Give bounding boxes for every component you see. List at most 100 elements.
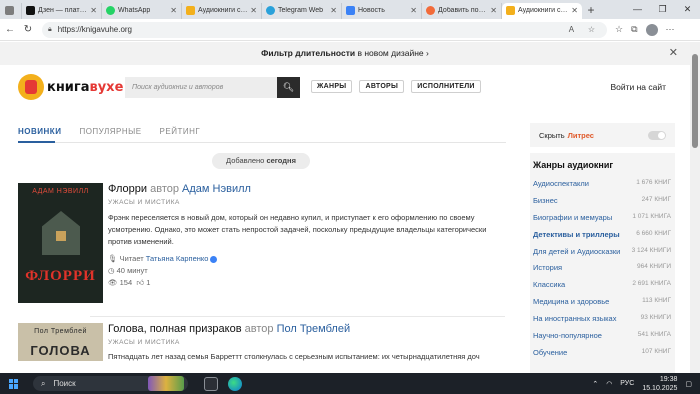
tab-close-icon[interactable]: ✕ — [490, 6, 497, 15]
author-link[interactable]: Пол Тремблей — [277, 323, 351, 335]
genre-item[interactable]: Аудиоспектакли 1 676 КНИГ — [533, 179, 671, 196]
tab-close-icon[interactable]: ✕ — [330, 6, 337, 15]
tab-popular[interactable]: ПОПУЛЯРНЫЕ — [79, 127, 141, 136]
collections-icon[interactable]: ⧉ — [631, 24, 637, 35]
windows-start-icon[interactable] — [9, 378, 19, 389]
url-field[interactable]: 🔒︎ https://knigavuhe.org A ☆ — [42, 21, 607, 38]
genre-item[interactable]: Для детей и Аудиосказки 3 124 КНИГИ — [533, 247, 671, 264]
book-genre[interactable]: УЖАСЫ И МИСТИКА — [108, 199, 508, 206]
new-tab-button[interactable]: + — [582, 3, 600, 17]
book-genre[interactable]: УЖАСЫ И МИСТИКА — [108, 339, 508, 346]
login-link[interactable]: Войти на сайт — [610, 82, 666, 92]
search-icon[interactable]: 🔍︎ — [277, 77, 300, 98]
nav-genres[interactable]: ЖАНРЫ — [311, 80, 353, 93]
minimize-button[interactable]: — — [625, 0, 650, 19]
taskbar-search-label: Поиск — [53, 379, 76, 388]
author-prefix: автор — [244, 323, 274, 335]
profile-avatar[interactable] — [645, 23, 658, 36]
page-scrollbar[interactable] — [690, 42, 700, 373]
book-info: Флорри автор Адам Нэвилл УЖАСЫ И МИСТИКА… — [108, 183, 508, 289]
genre-item[interactable]: Детективы и триллеры 6 660 КНИГ — [533, 230, 671, 247]
browser-tab[interactable] — [0, 2, 22, 19]
genre-item[interactable]: Обучение 107 КНИГ — [533, 348, 671, 365]
genre-item[interactable]: Медицина и здоровье 113 КНИГ — [533, 297, 671, 314]
logo-mascot-icon — [18, 74, 44, 100]
tab-close-icon[interactable]: ✕ — [571, 6, 578, 15]
reload-icon[interactable]: ↻ — [20, 24, 36, 35]
lock-icon[interactable]: 🔒︎ — [48, 26, 52, 34]
genres-sidebar: Скрыть Литрес Жанры аудиокниг Аудиоспекта… — [530, 123, 675, 373]
site-header: книгавухе Поиск аудиокниг и авторов 🔍︎ Ж… — [0, 66, 690, 110]
clock-date: 15.10.2025 — [642, 384, 678, 392]
clock[interactable]: 19:38 15.10.2025 — [642, 375, 677, 393]
notifications-icon[interactable]: ▢ — [685, 380, 692, 388]
cover-title: ФЛОРРИ — [25, 268, 96, 284]
genre-item[interactable]: Биографии и мемуары 1 071 КНИГА — [533, 213, 671, 230]
site-logo[interactable]: книгавухе — [18, 74, 123, 100]
tab-new[interactable]: НОВИНКИ — [18, 127, 61, 136]
nav-readers[interactable]: ИСПОЛНИТЕЛИ — [411, 80, 481, 93]
edge-browser-icon[interactable] — [228, 376, 242, 391]
tab-close-icon[interactable]: ✕ — [250, 6, 257, 15]
book-cover[interactable]: Пол Тремблей ГОЛОВА — [18, 323, 103, 361]
added-today-badge: Добавлено сегодня — [212, 153, 310, 169]
eye-icon: 👁︎ — [108, 278, 118, 287]
more-icon[interactable]: ⋯ — [666, 24, 675, 35]
close-window-button[interactable]: ✕ — [675, 0, 700, 19]
genres-title: Жанры аудиокниг — [533, 160, 614, 170]
microphone-icon: 🎙︎ — [108, 254, 118, 263]
browser-tab[interactable]: Дзен — платф... ✕ — [22, 2, 102, 19]
tab-rating[interactable]: РЕЙТИНГ — [160, 127, 201, 136]
browser-tab[interactable]: Аудиокниги сл... ✕ — [182, 2, 262, 19]
reader-link[interactable]: Татьяна Карпенко — [146, 254, 209, 263]
verified-icon — [210, 255, 218, 263]
genre-item[interactable]: Классика 2 691 КНИГА — [533, 280, 671, 297]
browser-tab-strip: Дзен — платф... ✕ WhatsApp ✕ Аудиокниги сл… — [0, 0, 700, 19]
wifi-icon[interactable]: ◠ — [606, 380, 612, 388]
litres-toggle[interactable] — [648, 131, 666, 140]
book-title-link[interactable]: Голова, полная призраков — [108, 323, 242, 335]
address-bar: ← ↻ 🔒︎ https://knigavuhe.org A ☆ ☆ ⧉ ⋯ — [0, 19, 700, 41]
browser-tab[interactable]: WhatsApp ✕ — [102, 2, 182, 19]
genre-item[interactable]: На иностранных языках 93 КНИГИ — [533, 314, 671, 331]
tab-close-icon[interactable]: ✕ — [410, 6, 417, 15]
tab-label: WhatsApp — [118, 7, 151, 14]
url-text: https://knigavuhe.org — [57, 25, 133, 34]
window-controls: — ❐ ✕ — [625, 0, 700, 19]
announcement-banner[interactable]: Фильтр длительности в новом дизайне › ✕ — [0, 42, 690, 65]
banner-close-icon[interactable]: ✕ — [669, 42, 678, 65]
cover-author: Пол Тремблей — [34, 328, 87, 335]
hide-litres-toggle-row[interactable]: Скрыть Литрес — [530, 123, 675, 153]
cover-title: ГОЛОВА — [30, 343, 91, 358]
tab-close-icon[interactable]: ✕ — [170, 6, 177, 15]
maximize-button[interactable]: ❐ — [650, 0, 675, 19]
author-link[interactable]: Адам Нэвилл — [182, 183, 251, 195]
tab-close-icon[interactable]: ✕ — [90, 6, 97, 15]
browser-tab[interactable]: Новость ✕ — [342, 2, 422, 19]
genre-item[interactable]: Научно-популярное 541 КНИГА — [533, 331, 671, 348]
clock-icon: ◷ — [108, 266, 115, 275]
search-input[interactable]: Поиск аудиокниг и авторов — [125, 77, 277, 98]
like-icon[interactable]: 👍︎ — [136, 278, 144, 287]
genre-item[interactable]: Бизнес 247 КНИГ — [533, 196, 671, 213]
toolbar-right: ☆ ⧉ ⋯ — [615, 23, 675, 36]
language-indicator[interactable]: РУС — [620, 380, 634, 387]
nav-authors[interactable]: АВТОРЫ — [359, 80, 405, 93]
active-tab-indicator — [18, 141, 55, 143]
hide-label: Скрыть — [539, 130, 565, 140]
windows-taskbar: ⌕ Поиск ⌃ ◠ РУС 19:38 15.10.2025 ▢ — [0, 373, 700, 394]
browser-tab-active[interactable]: Аудиокниги сл... ✕ — [502, 2, 582, 19]
chevron-up-icon[interactable]: ⌃ — [592, 380, 598, 388]
search-highlight-flowers-icon[interactable] — [148, 376, 184, 391]
browser-tab[interactable]: Добавить пост... ✕ — [422, 2, 502, 19]
book-title-link[interactable]: Флорри — [108, 183, 147, 195]
back-icon[interactable]: ← — [2, 24, 18, 35]
scrollbar-thumb[interactable] — [692, 54, 698, 148]
book-cover[interactable]: АДАМ НЭВИЛЛ ФЛОРРИ — [18, 183, 103, 303]
genre-item[interactable]: История 964 КНИГИ — [533, 263, 671, 280]
content-tabs: НОВИНКИ ПОПУЛЯРНЫЕ РЕЙТИНГ — [18, 127, 200, 136]
favorites-icon[interactable]: ☆ — [615, 24, 623, 35]
browser-tab[interactable]: Telegram Web ✕ — [262, 2, 342, 19]
file-explorer-icon[interactable] — [204, 376, 218, 391]
read-aloud-and-favorite-icons[interactable]: A ☆ — [569, 25, 601, 34]
